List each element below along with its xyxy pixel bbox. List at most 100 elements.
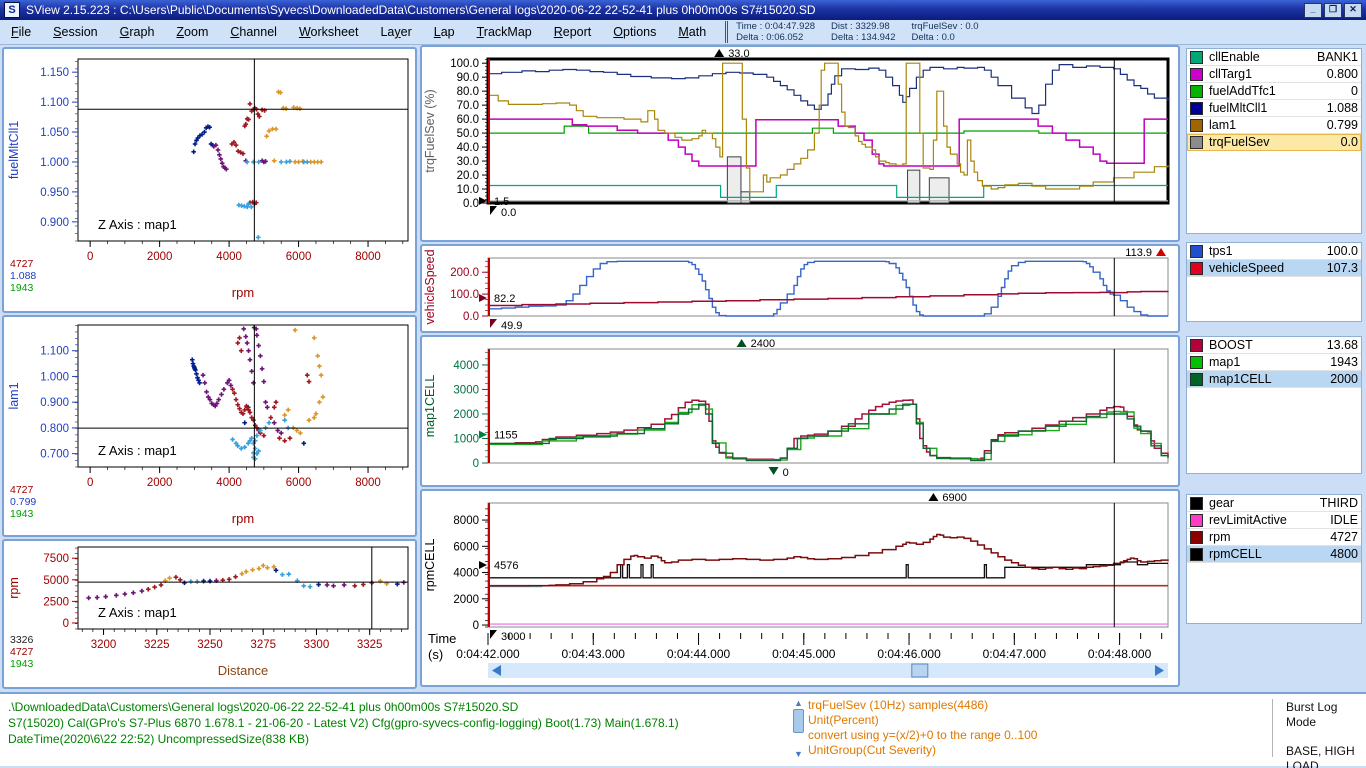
legend-row-trqFuelSev[interactable]: trqFuelSev0.0 (1187, 134, 1361, 151)
svg-text:vehicleSpeed: vehicleSpeed (423, 249, 437, 324)
menu-item-file[interactable]: File (0, 22, 42, 42)
svg-text:Time: Time (428, 631, 456, 646)
svg-text:100.0: 100.0 (450, 58, 479, 70)
legend-row-cllTarg1[interactable]: cllTarg10.800 (1187, 66, 1361, 83)
legend-row-BOOST[interactable]: BOOST13.68 (1187, 337, 1361, 354)
svg-text:8000: 8000 (355, 477, 381, 489)
scroll-thumb[interactable] (793, 709, 804, 733)
menu-item-session[interactable]: Session (42, 22, 108, 42)
svg-text:0.700: 0.700 (40, 449, 69, 461)
legend-row-vehicleSpeed[interactable]: vehicleSpeed107.3 (1187, 260, 1361, 277)
svg-text:0:04:44.000: 0:04:44.000 (667, 647, 731, 661)
svg-text:0: 0 (87, 477, 93, 489)
channel-value: 0.799 (1327, 118, 1358, 132)
legend-row-lam1[interactable]: lam10.799 (1187, 117, 1361, 134)
legend-row-rpmCELL[interactable]: rpmCELL4800 (1187, 546, 1361, 563)
scatter-lam1-panel[interactable]: 0.7000.8000.9001.0001.100020004000600080… (2, 315, 417, 537)
channel-color-swatch (1190, 136, 1203, 149)
log-mode-line: BASE, HIGH LOAD (1286, 744, 1366, 768)
svg-text:1.150: 1.150 (40, 67, 69, 79)
minimize-button[interactable]: _ (1304, 3, 1322, 18)
svg-text:4727: 4727 (10, 646, 34, 658)
channel-info-scrollbar[interactable]: ▲ ▼ (793, 699, 804, 759)
svg-text:0.799: 0.799 (10, 496, 36, 508)
channel-value: IDLE (1330, 513, 1358, 527)
channel-label: revLimitActive (1209, 513, 1330, 527)
menu-item-zoom[interactable]: Zoom (165, 22, 219, 42)
legend-row-map1[interactable]: map11943 (1187, 354, 1361, 371)
cursor-status-column: trqFuelSev : 0.0Delta : 0.0 (911, 21, 978, 44)
channel-color-swatch (1190, 514, 1203, 527)
vehiclespeed-chart[interactable]: 0.0100.0200.082.249.9113.9vehicleSpeed (422, 246, 1178, 331)
svg-text:rpmCELL: rpmCELL (423, 539, 437, 592)
svg-text:80.0: 80.0 (457, 86, 479, 98)
channel-color-swatch (1190, 102, 1203, 115)
legend-row-rpm[interactable]: rpm4727 (1187, 529, 1361, 546)
trqfuelsev-panel[interactable]: 0.010.020.030.040.050.060.070.080.090.01… (420, 45, 1180, 242)
channel-label: lam1 (1209, 118, 1327, 132)
menu-item-graph[interactable]: Graph (109, 22, 166, 42)
channel-value: 107.3 (1327, 261, 1358, 275)
svg-text:4000: 4000 (453, 568, 479, 580)
svg-text:4576: 4576 (494, 560, 518, 572)
menu-item-report[interactable]: Report (543, 22, 603, 42)
time-scroll-thumb[interactable] (912, 664, 928, 677)
scatter-rpm-distance-chart[interactable]: 0250050007500320032253250327533003325rpm… (4, 541, 415, 687)
menu-item-lap[interactable]: Lap (423, 22, 466, 42)
svg-text:1000: 1000 (453, 433, 479, 445)
svg-text:1.000: 1.000 (40, 371, 69, 383)
trqfuelsev-chart[interactable]: 0.010.020.030.040.050.060.070.080.090.01… (422, 47, 1178, 240)
scatter-lam1-chart[interactable]: 0.7000.8000.9001.0001.100020004000600080… (4, 317, 415, 535)
legend-row-map1CELL[interactable]: map1CELL2000 (1187, 371, 1361, 388)
app-icon: S (4, 2, 20, 18)
svg-text:200.0: 200.0 (450, 267, 479, 279)
legend-row-gear[interactable]: gearTHIRD (1187, 495, 1361, 512)
legend-row-fuelMltCll1[interactable]: fuelMltCll11.088 (1187, 100, 1361, 117)
channel-label: rpmCELL (1209, 547, 1330, 561)
svg-text:0:04:43.000: 0:04:43.000 (562, 647, 626, 661)
svg-text:rpm: rpm (232, 285, 254, 300)
legend-row-cllEnable[interactable]: cllEnableBANK1 (1187, 49, 1361, 66)
svg-text:3000: 3000 (501, 631, 525, 643)
channel-label: map1 (1209, 355, 1330, 369)
svg-text:3326: 3326 (10, 634, 34, 646)
legend-row-fuelAddTfc1[interactable]: fuelAddTfc10 (1187, 83, 1361, 100)
menu-item-math[interactable]: Math (667, 22, 717, 42)
svg-text:6000: 6000 (286, 251, 312, 263)
legend-row-revLimitActive[interactable]: revLimitActiveIDLE (1187, 512, 1361, 529)
legend-row-tps1[interactable]: tps1100.0 (1187, 243, 1361, 260)
rpmcell-panel[interactable]: 02000400060008000690045763000rpmCELLTime… (420, 489, 1180, 687)
svg-text:4000: 4000 (216, 477, 242, 489)
time-scrollbar[interactable] (488, 663, 1168, 678)
menu-item-channel[interactable]: Channel (219, 22, 288, 42)
scroll-up-icon[interactable]: ▲ (793, 699, 804, 708)
menu-item-trackmap[interactable]: TrackMap (466, 22, 543, 42)
scatter-fuelmltcll1-chart[interactable]: 0.9000.9501.0001.0501.1001.1500200040006… (4, 49, 415, 311)
scroll-down-icon[interactable]: ▼ (793, 750, 804, 759)
channel-value: 0 (1351, 84, 1358, 98)
channel-color-swatch (1190, 262, 1203, 275)
menu-item-layer[interactable]: Layer (369, 22, 422, 42)
scatter-rpm-distance-panel[interactable]: 0250050007500320032253250327533003325rpm… (2, 539, 417, 689)
menu-item-worksheet[interactable]: Worksheet (288, 22, 370, 42)
map1cell-chart[interactable]: 01000200030004000240001155map1CELL (422, 337, 1178, 485)
maximize-button[interactable]: ❐ (1324, 3, 1342, 18)
channel-color-swatch (1190, 548, 1203, 561)
channel-color-swatch (1190, 68, 1203, 81)
map1cell-panel[interactable]: 01000200030004000240001155map1CELL (420, 335, 1180, 487)
channel-color-swatch (1190, 339, 1203, 352)
svg-text:0.0: 0.0 (463, 198, 479, 210)
svg-text:1.088: 1.088 (10, 270, 36, 282)
footer-divider (1272, 699, 1273, 757)
close-button[interactable]: ✕ (1344, 3, 1362, 18)
svg-text:0:04:45.000: 0:04:45.000 (772, 647, 836, 661)
svg-text:90.0: 90.0 (457, 72, 479, 84)
svg-text:1.050: 1.050 (40, 127, 69, 139)
rpmcell-chart[interactable]: 02000400060008000690045763000rpmCELLTime… (422, 491, 1178, 685)
svg-text:1943: 1943 (10, 282, 34, 294)
channel-color-swatch (1190, 85, 1203, 98)
menu-item-options[interactable]: Options (602, 22, 667, 42)
vehiclespeed-panel[interactable]: 0.0100.0200.082.249.9113.9vehicleSpeed (420, 244, 1180, 333)
svg-text:0.0: 0.0 (463, 311, 479, 323)
scatter-fuelmltcll1-panel[interactable]: 0.9000.9501.0001.0501.1001.1500200040006… (2, 47, 417, 313)
